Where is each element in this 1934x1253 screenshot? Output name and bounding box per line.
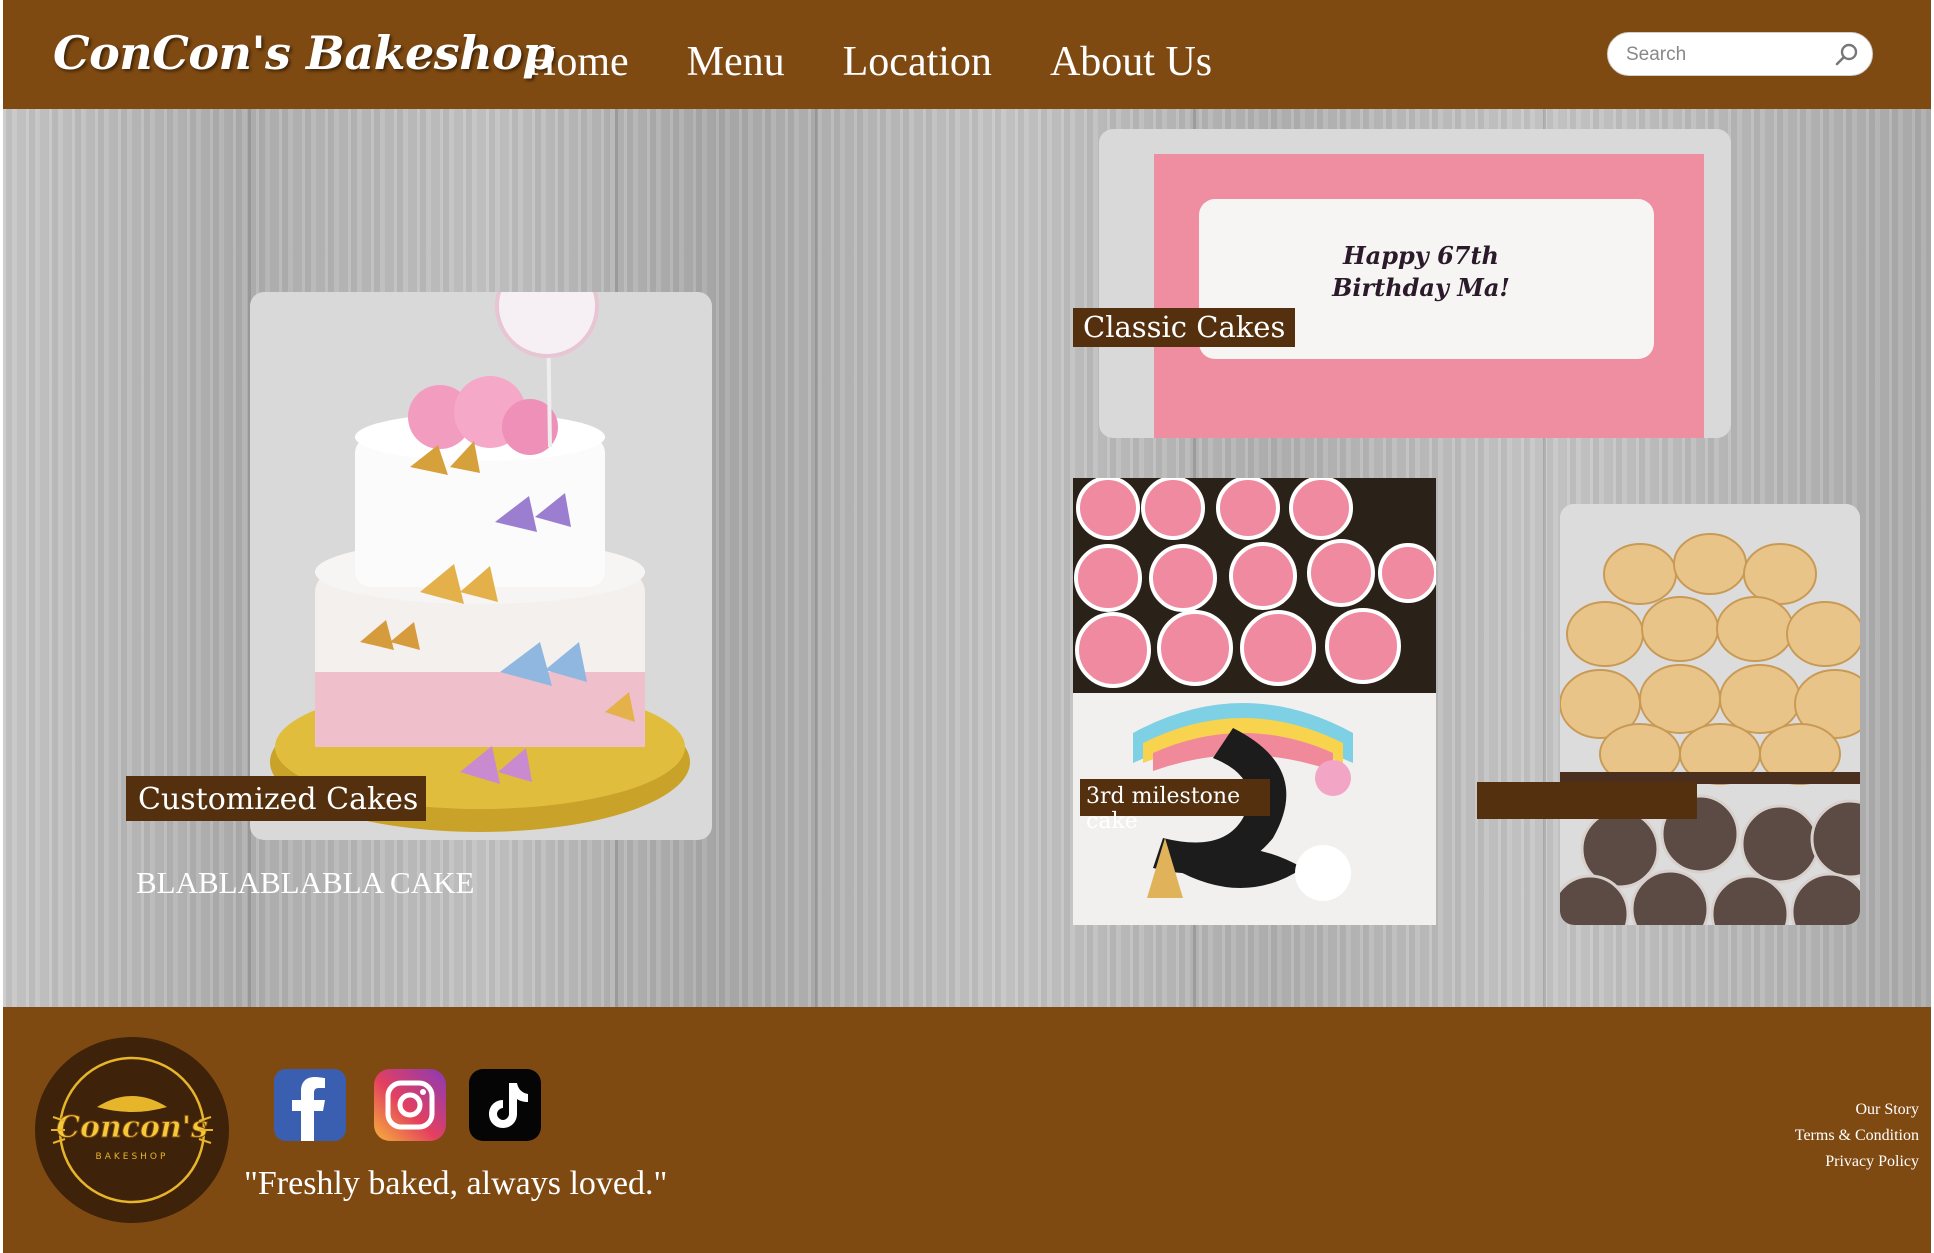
footer-link-our-story[interactable]: Our Story (1795, 1097, 1919, 1123)
birthday-sheet-cake-image: Happy 67th Birthday Ma! (1154, 154, 1704, 438)
footer-link-terms[interactable]: Terms & Condition (1795, 1123, 1919, 1149)
logo-subtext: BAKESHOP (96, 1152, 169, 1162)
footer: Concon's BAKESHOP "Freshly baked, always… (3, 1007, 1931, 1253)
tiktok-icon[interactable] (469, 1069, 541, 1141)
nav-menu[interactable]: Menu (687, 38, 785, 86)
classic-cakes-label[interactable]: Classic Cakes (1073, 308, 1295, 347)
logo-text: Concon's (56, 1110, 208, 1145)
main-content: Customized Cakes BLABLABLABLA CAKE Happy… (3, 109, 1931, 1007)
classic-cake-panel[interactable]: Happy 67th Birthday Ma! (1099, 129, 1731, 438)
wood-seam (815, 109, 818, 1007)
customized-cake-panel[interactable] (250, 292, 712, 840)
page: ConCon's Bakeshop Home Menu Location Abo… (3, 0, 1931, 1253)
search-input[interactable] (1624, 41, 1828, 69)
cake-text-line1: Happy 67th (1342, 241, 1499, 270)
search-icon[interactable] (1834, 42, 1860, 68)
footer-logo[interactable]: Concon's BAKESHOP (35, 1037, 229, 1223)
milestone-cake-label[interactable]: 3rd milestone cake (1080, 779, 1270, 834)
footer-link-privacy[interactable]: Privacy Policy (1795, 1149, 1919, 1175)
nav-about-us[interactable]: About Us (1050, 38, 1212, 86)
customized-cake-caption: BLABLABLABLA CAKE (136, 865, 475, 900)
nav-home[interactable]: Home (526, 38, 629, 86)
header: ConCon's Bakeshop Home Menu Location Abo… (3, 0, 1931, 109)
cupcakes-and-number-cake-image (1073, 478, 1436, 925)
footer-links: Our Story Terms & Condition Privacy Poli… (1795, 1097, 1919, 1175)
bakeshop-logo-icon: Concon's BAKESHOP (51, 1056, 213, 1204)
breads-label[interactable] (1477, 782, 1697, 819)
butterfly-cake-image (270, 292, 690, 832)
instagram-icon[interactable] (374, 1069, 446, 1141)
customized-cakes-label[interactable]: Customized Cakes (126, 776, 426, 821)
brand-logo[interactable]: ConCon's Bakeshop (53, 26, 554, 80)
cake-text-line2: Birthday Ma! (1331, 273, 1510, 302)
breads-panel[interactable] (1560, 504, 1860, 925)
nav-location[interactable]: Location (843, 38, 992, 86)
facebook-icon[interactable] (274, 1069, 346, 1141)
footer-tagline: "Freshly baked, always loved." (244, 1165, 668, 1202)
main-nav: Home Menu Location About Us (526, 38, 1212, 86)
search-box (1607, 32, 1873, 76)
milestone-cake-panel[interactable] (1073, 478, 1436, 925)
pandesal-and-crinkles-image (1560, 504, 1860, 925)
